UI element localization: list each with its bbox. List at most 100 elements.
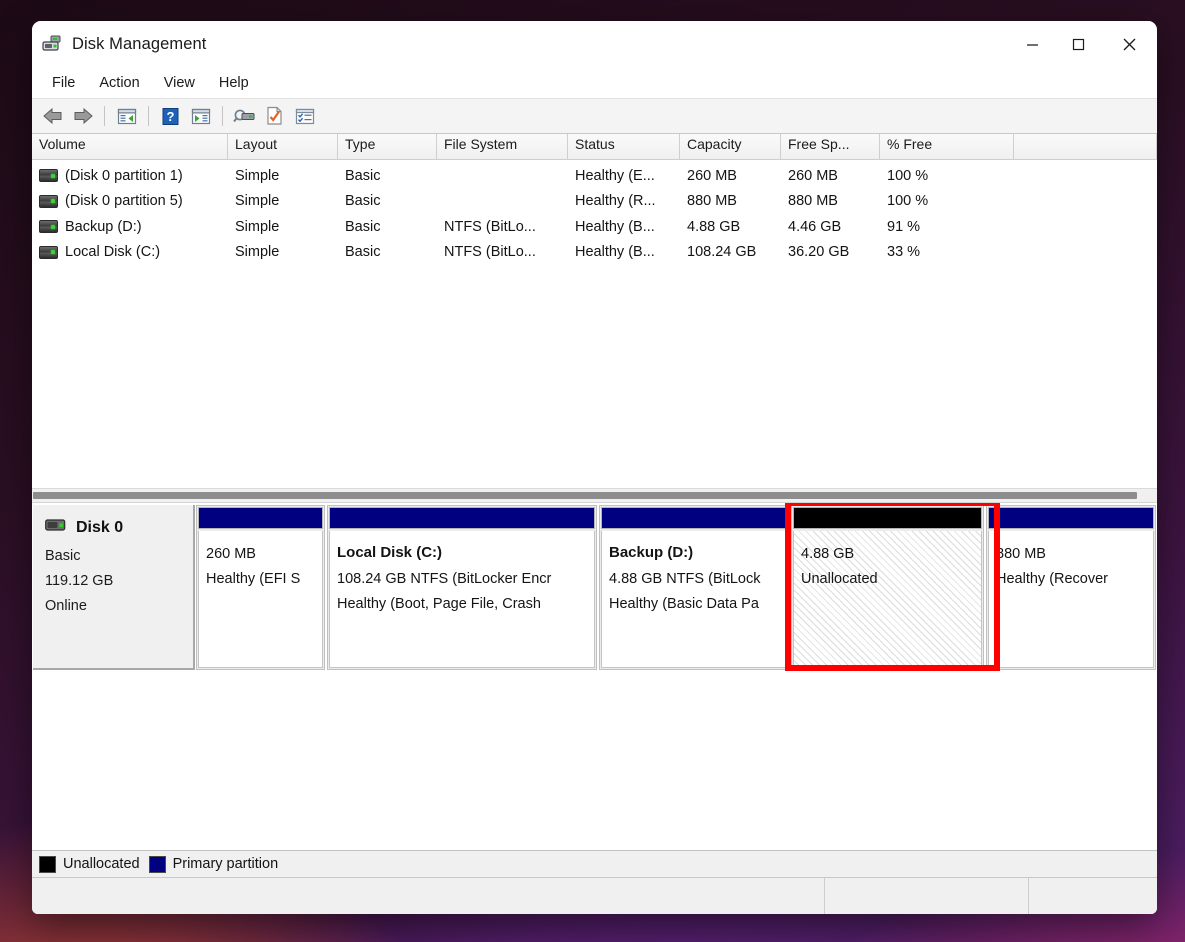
menu-item-file[interactable]: File — [40, 72, 87, 94]
legend-swatch-unallocated — [39, 856, 56, 873]
cell-capacity: 108.24 GB — [680, 244, 781, 260]
rescan-disks-icon[interactable] — [230, 102, 259, 130]
forward-icon[interactable] — [68, 102, 97, 130]
svg-text:?: ? — [167, 109, 175, 124]
partition-strip: 260 MB Healthy (EFI S Local Disk (C:) 10… — [195, 505, 1157, 670]
column-header-percent-free[interactable]: % Free — [880, 134, 1014, 159]
partition-color-bar — [988, 507, 1154, 529]
disk-info-panel[interactable]: Disk 0 Basic 119.12 GB Online — [33, 505, 195, 670]
disk-name: Disk 0 — [76, 519, 123, 537]
cell-type: Basic — [338, 193, 437, 209]
table-row[interactable]: Backup (D:) Simple Basic NTFS (BitLo... … — [32, 214, 1157, 240]
column-header-type[interactable]: Type — [338, 134, 437, 159]
partition-efi[interactable]: 260 MB Healthy (EFI S — [196, 505, 325, 670]
status-bar — [32, 877, 1157, 914]
column-header-free-space[interactable]: Free Sp... — [781, 134, 880, 159]
disk-status: Online — [45, 594, 193, 619]
partition-backup-d[interactable]: Backup (D:) 4.88 GB NTFS (BitLock Health… — [599, 505, 789, 670]
horizontal-scrollbar[interactable] — [32, 488, 1157, 502]
partition-details: Backup (D:) 4.88 GB NTFS (BitLock Health… — [601, 531, 787, 668]
partition-status: Healthy (Recover — [996, 567, 1153, 592]
column-header-status[interactable]: Status — [568, 134, 680, 159]
help-icon[interactable]: ? — [156, 102, 185, 130]
legend: Unallocated Primary partition — [32, 850, 1157, 877]
show-hide-action-pane-icon[interactable] — [186, 102, 215, 130]
status-bar-secondary — [824, 878, 1028, 914]
volume-drive-icon — [39, 246, 58, 259]
cell-type: Basic — [338, 168, 437, 184]
disk-drive-icon — [42, 35, 62, 53]
partition-size: 108.24 GB NTFS (BitLocker Encr — [337, 567, 594, 592]
cell-type: Basic — [338, 244, 437, 260]
cell-file-system: NTFS (BitLo... — [437, 244, 568, 260]
column-header-capacity[interactable]: Capacity — [680, 134, 781, 159]
cell-percent-free: 100 % — [880, 193, 1014, 209]
menu-item-action[interactable]: Action — [87, 72, 151, 94]
cell-free-space: 4.46 GB — [781, 219, 880, 235]
disk-type: Basic — [45, 544, 193, 569]
all-tasks-icon[interactable] — [290, 102, 319, 130]
maximize-button[interactable] — [1055, 21, 1101, 67]
cell-volume-label: (Disk 0 partition 1) — [65, 168, 183, 184]
toolbar-separator — [148, 106, 149, 126]
column-header-volume[interactable]: Volume — [32, 134, 228, 159]
partition-unallocated[interactable]: 4.88 GB Unallocated — [791, 505, 984, 670]
volume-drive-icon — [39, 169, 58, 182]
partition-recovery[interactable]: 880 MB Healthy (Recover — [986, 505, 1156, 670]
partition-status: Healthy (Basic Data Pa — [609, 592, 786, 617]
partition-size: 260 MB — [206, 542, 322, 567]
show-hide-console-tree-icon[interactable] — [112, 102, 141, 130]
menu-item-view[interactable]: View — [152, 72, 207, 94]
cell-volume-label: (Disk 0 partition 5) — [65, 193, 183, 209]
legend-label-primary-partition: Primary partition — [173, 856, 279, 872]
cell-status: Healthy (E... — [568, 168, 680, 184]
table-row[interactable]: (Disk 0 partition 1) Simple Basic Health… — [32, 163, 1157, 189]
window-controls — [1009, 21, 1157, 67]
partition-status: Healthy (Boot, Page File, Crash — [337, 592, 594, 617]
volume-list-header: Volume Layout Type File System Status Ca… — [32, 134, 1157, 160]
back-icon[interactable] — [38, 102, 67, 130]
legend-label-unallocated: Unallocated — [63, 856, 140, 872]
cell-percent-free: 91 % — [880, 219, 1014, 235]
cell-free-space: 260 MB — [781, 168, 880, 184]
cell-layout: Simple — [228, 244, 338, 260]
table-row[interactable]: (Disk 0 partition 5) Simple Basic Health… — [32, 189, 1157, 215]
minimize-button[interactable] — [1009, 21, 1055, 67]
cell-percent-free: 33 % — [880, 244, 1014, 260]
partition-color-bar — [793, 507, 982, 529]
toolbar: ? — [32, 99, 1157, 134]
column-header-layout[interactable]: Layout — [228, 134, 338, 159]
partition-color-bar — [329, 507, 595, 529]
cell-volume: (Disk 0 partition 5) — [32, 193, 228, 209]
partition-name: Backup (D:) — [609, 540, 786, 565]
partition-local-disk-c[interactable]: Local Disk (C:) 108.24 GB NTFS (BitLocke… — [327, 505, 597, 670]
partition-status: Healthy (EFI S — [206, 567, 322, 592]
toolbar-separator — [104, 106, 105, 126]
close-button[interactable] — [1101, 21, 1157, 67]
cell-type: Basic — [338, 219, 437, 235]
menu-bar: File Action View Help — [32, 67, 1157, 99]
cell-volume-label: Backup (D:) — [65, 219, 142, 235]
table-row[interactable]: Local Disk (C:) Simple Basic NTFS (BitLo… — [32, 240, 1157, 266]
legend-swatch-primary-partition — [149, 856, 166, 873]
partition-details: 4.88 GB Unallocated — [793, 531, 982, 668]
cell-status: Healthy (B... — [568, 219, 680, 235]
column-header-file-system[interactable]: File System — [437, 134, 568, 159]
graphical-disk-pane: Disk 0 Basic 119.12 GB Online 260 MB Hea… — [32, 503, 1157, 877]
properties-icon[interactable] — [260, 102, 289, 130]
cell-free-space: 880 MB — [781, 193, 880, 209]
volume-drive-icon — [39, 195, 58, 208]
cell-layout: Simple — [228, 193, 338, 209]
menu-item-help[interactable]: Help — [207, 72, 261, 94]
cell-volume-label: Local Disk (C:) — [65, 244, 160, 260]
scrollbar-thumb[interactable] — [33, 492, 1137, 499]
cell-file-system: NTFS (BitLo... — [437, 219, 568, 235]
column-header-extra[interactable] — [1014, 134, 1157, 159]
partition-status: Unallocated — [801, 567, 981, 592]
cell-status: Healthy (B... — [568, 244, 680, 260]
partition-size: 4.88 GB — [801, 542, 981, 567]
partition-size: 4.88 GB NTFS (BitLock — [609, 567, 786, 592]
partition-color-bar — [198, 507, 323, 529]
disk-row-disk0: Disk 0 Basic 119.12 GB Online 260 MB Hea… — [33, 505, 1157, 670]
partition-details: 260 MB Healthy (EFI S — [198, 531, 323, 668]
